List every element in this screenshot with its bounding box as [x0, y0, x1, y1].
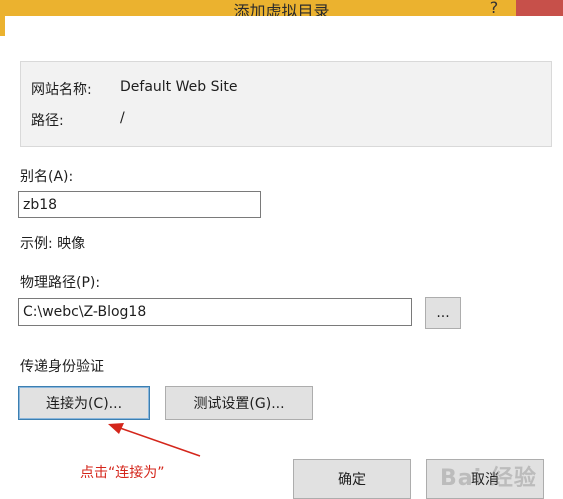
red-arrow-annotation — [108, 423, 201, 457]
ok-button[interactable]: 确定 — [293, 459, 411, 499]
baidu-watermark: Bai 经验 — [440, 466, 537, 491]
annotation-text: 点击“连接为” — [80, 465, 165, 481]
